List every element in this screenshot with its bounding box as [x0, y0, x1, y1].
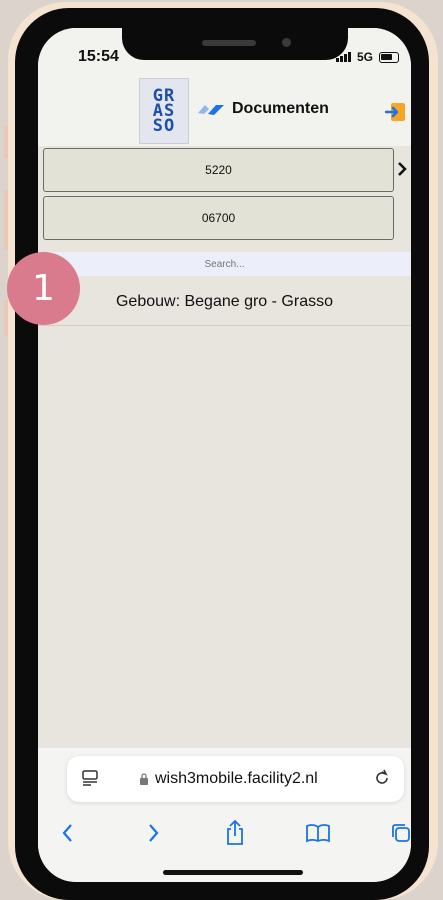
status-time: 15:54: [78, 48, 119, 65]
status-indicators: 5G: [335, 50, 399, 64]
logout-icon[interactable]: [385, 102, 407, 122]
reader-mode-icon[interactable]: [81, 769, 99, 787]
lock-icon: [140, 773, 148, 785]
url-text: wish3mobile.facility2.nl: [155, 770, 318, 787]
phone-screen: 15:54 5G GR AS SO Documenten 5220 06700 …: [38, 28, 411, 882]
chevron-right-icon[interactable]: [396, 162, 408, 176]
back-button[interactable]: [53, 818, 83, 848]
signal-icon: [335, 52, 351, 62]
header-title-group: Documenten: [196, 100, 329, 118]
list-item[interactable]: Gebouw: Begane gro - Grasso: [38, 278, 411, 326]
browser-nav: [38, 818, 411, 854]
share-button[interactable]: [220, 818, 250, 848]
app-header: GR AS SO Documenten: [38, 78, 411, 146]
book-icon: [306, 824, 330, 843]
floor-selector-value: 06700: [201, 211, 236, 225]
step-badge: 1: [7, 252, 80, 325]
bookmarks-button[interactable]: [303, 818, 333, 848]
step-number: 1: [32, 268, 55, 309]
reload-icon[interactable]: [372, 768, 392, 788]
floor-selector[interactable]: 06700: [43, 196, 394, 240]
search-bar: [38, 252, 411, 276]
tabs-icon: [392, 824, 410, 842]
home-indicator: [163, 870, 303, 875]
page-title: Documenten: [232, 100, 329, 117]
building-selector[interactable]: 5220: [43, 148, 394, 192]
documents-logo-icon: [198, 105, 224, 115]
tabs-button[interactable]: [386, 818, 411, 848]
address-bar[interactable]: wish3mobile.facility2.nl: [67, 756, 404, 802]
chevron-left-icon: [62, 824, 72, 842]
status-bar: 15:54 5G: [38, 28, 411, 78]
battery-icon: [379, 51, 399, 63]
share-icon: [227, 820, 243, 845]
building-selector-value: 5220: [205, 163, 232, 177]
list-item-label: Gebouw: Begane gro - Grasso: [115, 292, 333, 310]
url-display: wish3mobile.facility2.nl: [139, 770, 318, 788]
search-input[interactable]: [104, 258, 345, 270]
forward-button[interactable]: [138, 818, 168, 848]
grasso-logo: GR AS SO: [139, 78, 189, 144]
chevron-right-nav-icon: [149, 824, 159, 842]
network-label: 5G: [356, 50, 373, 64]
front-camera: [282, 38, 291, 47]
browser-toolbar: wish3mobile.facility2.nl: [38, 748, 411, 882]
speaker-grille: [202, 40, 256, 46]
notch: [122, 28, 348, 60]
